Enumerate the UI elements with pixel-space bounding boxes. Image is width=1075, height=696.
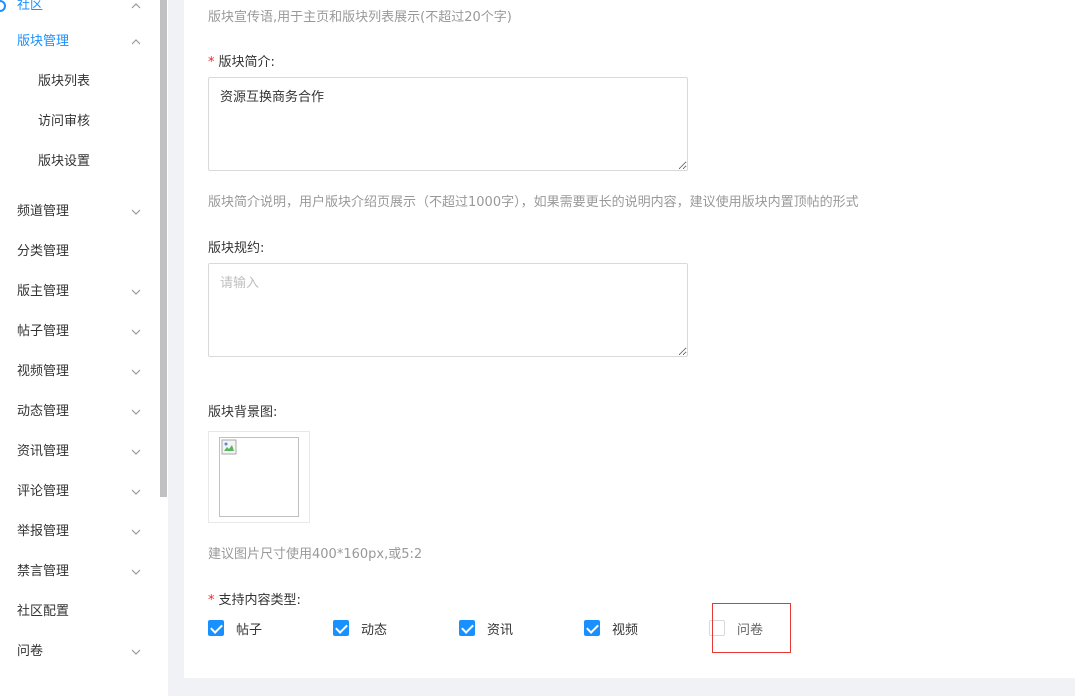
chevron-down-icon [130, 286, 142, 298]
chevron-down-icon [130, 326, 142, 338]
sidebar: 社区 版块管理 版块列表 访问审核 版块设置 频道管理分类管理版主管理帖子管理视… [0, 0, 160, 696]
sidebar-item-label: 动态管理 [17, 404, 70, 419]
type-checkbox-news[interactable]: 资讯 [459, 619, 514, 638]
sidebar-item-access-review[interactable]: 访问审核 [0, 102, 160, 142]
sidebar-item-label: 帖子管理 [17, 324, 70, 339]
checkbox-label: 帖子 [236, 622, 263, 638]
highlight-box [712, 603, 791, 653]
sidebar-item-label: 视频管理 [17, 364, 70, 379]
bg-image-upload[interactable] [208, 431, 310, 523]
sidebar-item-label: 版块设置 [38, 154, 91, 169]
checkbox-checked-icon[interactable] [208, 620, 224, 636]
chevron-down-icon [130, 206, 142, 218]
intro-textarea[interactable]: 资源互换商务合作 [208, 77, 688, 171]
sidebar-item-feed[interactable]: 动态管理 [0, 392, 160, 432]
sidebar-item-label: 评论管理 [17, 484, 70, 499]
sidebar-item-label: 版块列表 [38, 74, 91, 89]
bg-label: 版块背景图: [208, 405, 278, 420]
sidebar-item-label: 社区 [17, 0, 44, 13]
sidebar-scrollbar[interactable] [160, 0, 168, 696]
sidebar-item-category[interactable]: 分类管理 [0, 232, 160, 272]
required-mark: * [208, 55, 215, 70]
sidebar-item-board-settings[interactable]: 版块设置 [0, 142, 160, 182]
chevron-down-icon [130, 366, 142, 378]
sidebar-item-label: 分类管理 [17, 244, 70, 259]
bg-image-preview [219, 437, 299, 517]
sidebar-item-questionnaire[interactable]: 问卷 [0, 632, 160, 672]
intro-label-text: 版块简介: [218, 55, 275, 70]
chevron-down-icon [130, 486, 142, 498]
sidebar-item-moderator[interactable]: 版主管理 [0, 272, 160, 312]
sidebar-item-mute[interactable]: 禁言管理 [0, 552, 160, 592]
type-checkbox-post[interactable]: 帖子 [208, 619, 263, 638]
sidebar-item-label: 资讯管理 [17, 444, 70, 459]
sidebar-item-video[interactable]: 视频管理 [0, 352, 160, 392]
types-label: * 支持内容类型: [208, 589, 301, 608]
sidebar-item-label: 访问审核 [38, 114, 91, 129]
chevron-down-icon [130, 526, 142, 538]
sidebar-item-label: 问卷 [17, 644, 44, 659]
sidebar-item-label: 频道管理 [17, 204, 70, 219]
checkbox-checked-icon[interactable] [584, 620, 600, 636]
sidebar-item-news[interactable]: 资讯管理 [0, 432, 160, 472]
sidebar-item-community-config[interactable]: 社区配置 [0, 592, 160, 632]
scrollbar-thumb[interactable] [160, 0, 167, 497]
community-icon [0, 0, 6, 12]
sidebar-item-label: 举报管理 [17, 524, 70, 539]
intro-label: * 版块简介: [208, 51, 275, 70]
sidebar-item-channel[interactable]: 频道管理 [0, 192, 160, 232]
checkbox-label: 动态 [361, 622, 388, 638]
sidebar-item-label: 禁言管理 [17, 564, 70, 579]
checkbox-checked-icon[interactable] [333, 620, 349, 636]
rules-textarea[interactable] [208, 263, 688, 357]
intro-hint: 版块简介说明，用户版块介绍页展示（不超过1000字），如果需要更长的说明内容，建… [208, 195, 859, 210]
types-label-text: 支持内容类型: [218, 593, 301, 608]
checkbox-label: 视频 [612, 622, 639, 638]
chevron-down-icon [130, 566, 142, 578]
chevron-up-icon [130, 0, 142, 12]
sidebar-item-report[interactable]: 举报管理 [0, 512, 160, 552]
chevron-up-icon [130, 36, 142, 48]
sidebar-item-post[interactable]: 帖子管理 [0, 312, 160, 352]
sidebar-item-label: 社区配置 [17, 604, 70, 619]
broken-image-icon [221, 439, 237, 455]
sidebar-item-board-management[interactable]: 版块管理 [0, 22, 160, 62]
chevron-down-icon [130, 406, 142, 418]
type-checkbox-feed[interactable]: 动态 [333, 619, 388, 638]
chevron-down-icon [130, 646, 142, 658]
rules-label: 版块规约: [208, 241, 265, 256]
checkbox-label: 资讯 [487, 622, 514, 638]
bg-hint: 建议图片尺寸使用400*160px,或5:2 [208, 547, 423, 562]
slogan-hint: 版块宣传语,用于主页和版块列表展示(不超过20个字) [208, 10, 512, 25]
checkbox-checked-icon[interactable] [459, 620, 475, 636]
sidebar-item-comment[interactable]: 评论管理 [0, 472, 160, 512]
chevron-down-icon [130, 446, 142, 458]
required-mark: * [208, 593, 215, 608]
sidebar-item-label: 版主管理 [17, 284, 70, 299]
sidebar-item-board-list[interactable]: 版块列表 [0, 62, 160, 102]
type-checkbox-video[interactable]: 视频 [584, 619, 639, 638]
sidebar-item-label: 版块管理 [17, 34, 70, 49]
